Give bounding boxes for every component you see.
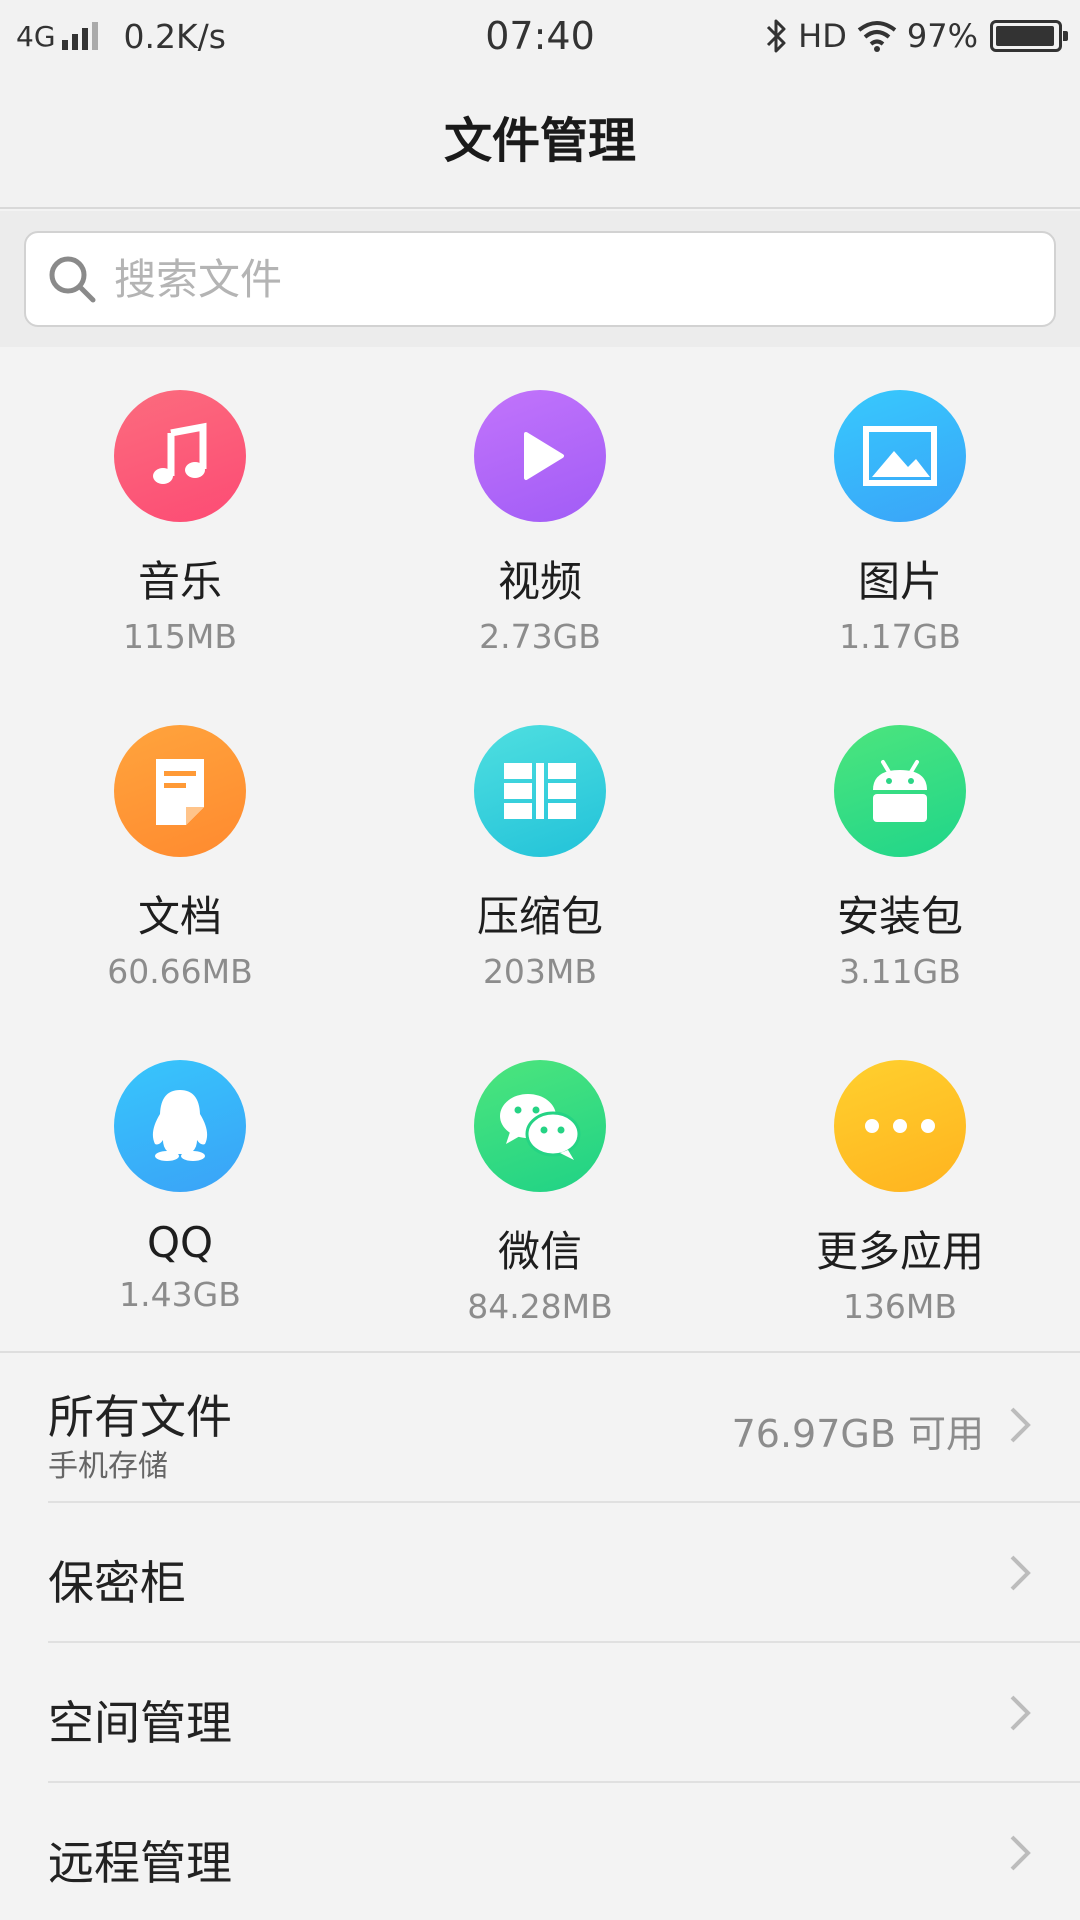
row-title: 远程管理: [48, 1836, 232, 1890]
category-label: 文档: [137, 892, 222, 941]
category-label: 音乐: [137, 557, 222, 606]
space-management-row[interactable]: 空间管理: [48, 1643, 1080, 1783]
category-pictures[interactable]: 图片 1.17GB: [720, 347, 1080, 682]
image-icon: [834, 390, 966, 522]
category-label: 微信: [497, 1227, 582, 1276]
free-space-value: 76.97GB 可用: [731, 1412, 984, 1456]
wechat-icon: [474, 1060, 606, 1192]
row-title: 所有文件: [48, 1390, 232, 1444]
category-music[interactable]: 音乐 115MB: [0, 347, 360, 682]
play-icon: [474, 390, 606, 522]
music-note-icon: [114, 390, 246, 522]
wifi-icon: [857, 21, 897, 52]
search-box[interactable]: [24, 231, 1056, 327]
category-size: 115MB: [122, 617, 238, 656]
vault-row[interactable]: 保密柜: [48, 1503, 1080, 1643]
battery-percent: 97%: [906, 17, 978, 55]
chevron-right-icon: [1010, 1835, 1031, 1871]
more-dots-icon: [834, 1060, 966, 1192]
category-size: 3.11GB: [839, 952, 961, 991]
category-documents[interactable]: 文档 60.66MB: [0, 682, 360, 1017]
category-size: 60.66MB: [107, 952, 253, 991]
android-icon: [834, 725, 966, 857]
document-icon: [114, 725, 246, 857]
category-size: 1.17GB: [839, 617, 961, 656]
archive-icon: [474, 725, 606, 857]
category-qq[interactable]: QQ 1.43GB: [0, 1017, 360, 1352]
category-label: QQ: [146, 1218, 214, 1267]
category-size: 1.43GB: [119, 1275, 241, 1314]
category-archives[interactable]: 压缩包 203MB: [360, 682, 720, 1017]
category-label: 更多应用: [815, 1227, 984, 1276]
row-title: 空间管理: [48, 1696, 232, 1750]
category-size: 203MB: [482, 952, 598, 991]
title-bar: 文件管理: [0, 74, 1080, 209]
hd-indicator: HD: [798, 17, 847, 55]
search-icon: [49, 256, 96, 303]
status-right: HD 97%: [756, 14, 1068, 58]
category-grid: 音乐 115MB 视频 2.73GB 图片 1.17GB 文档 60.66MB …: [0, 347, 1080, 1353]
page-title: 文件管理: [443, 113, 636, 169]
category-wechat[interactable]: 微信 84.28MB: [360, 1017, 720, 1352]
remote-management-row[interactable]: 远程管理: [48, 1783, 1080, 1920]
battery-icon: [990, 20, 1068, 52]
category-label: 视频: [497, 557, 582, 606]
category-apk[interactable]: 安装包 3.11GB: [720, 682, 1080, 1017]
search-input[interactable]: [114, 254, 994, 304]
category-label: 压缩包: [476, 892, 603, 941]
storage-list: 所有文件 手机存储 76.97GB 可用 保密柜 空间管理 远程管理: [0, 1355, 1080, 1920]
all-files-row[interactable]: 所有文件 手机存储 76.97GB 可用: [48, 1355, 1080, 1503]
category-size: 2.73GB: [479, 617, 601, 656]
qq-penguin-icon: [114, 1060, 246, 1192]
category-video[interactable]: 视频 2.73GB: [360, 347, 720, 682]
status-bar: 4G 0.2K/s 07:40 HD 97%: [0, 0, 1080, 74]
chevron-right-icon: [1010, 1695, 1031, 1731]
row-title: 保密柜: [48, 1556, 186, 1610]
search-area: [0, 211, 1080, 347]
chevron-right-icon: [1010, 1407, 1031, 1443]
category-label: 安装包: [836, 892, 963, 941]
category-label: 图片: [857, 557, 942, 606]
bluetooth-icon: [767, 19, 786, 53]
chevron-right-icon: [1010, 1555, 1031, 1591]
row-subtitle: 手机存储: [48, 1449, 168, 1484]
category-size: 136MB: [842, 1287, 958, 1326]
category-more-apps[interactable]: 更多应用 136MB: [720, 1017, 1080, 1352]
category-size: 84.28MB: [467, 1287, 613, 1326]
